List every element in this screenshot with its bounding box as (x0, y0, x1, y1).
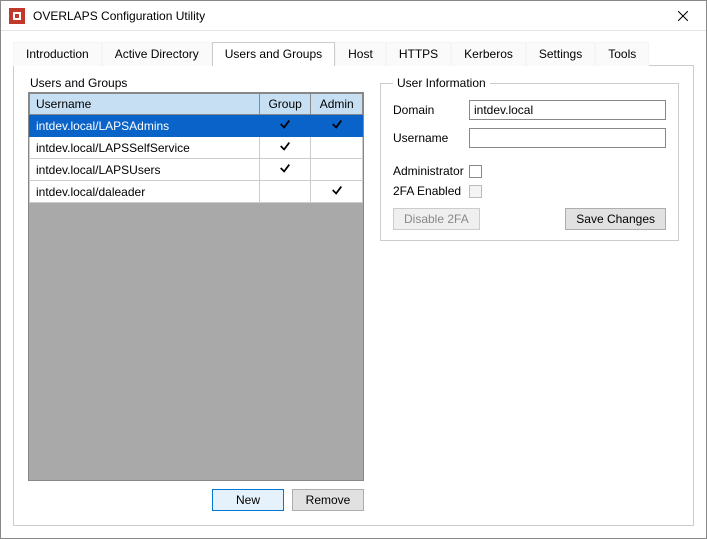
table-empty-area (29, 203, 363, 480)
tab-content-users-and-groups: Users and Groups Username Group Admin in… (13, 66, 694, 526)
users-buttons: New Remove (28, 489, 364, 511)
remove-button[interactable]: Remove (292, 489, 364, 511)
users-table-container: Username Group Admin intdev.local/LAPSAd… (28, 92, 364, 481)
check-icon (331, 185, 343, 199)
window-title: OVERLAPS Configuration Utility (33, 9, 660, 23)
window-body: IntroductionActive DirectoryUsers and Gr… (1, 31, 706, 538)
tab-https[interactable]: HTTPS (386, 42, 451, 66)
cell-admin (311, 115, 363, 137)
tab-strip: IntroductionActive DirectoryUsers and Gr… (13, 41, 694, 66)
cell-admin (311, 159, 363, 181)
cell-group (259, 115, 311, 137)
table-row[interactable]: intdev.local/LAPSAdmins (30, 115, 363, 137)
save-changes-button[interactable]: Save Changes (565, 208, 666, 230)
twofa-label: 2FA Enabled (393, 184, 469, 198)
disable-2fa-button: Disable 2FA (393, 208, 480, 230)
tab-tools[interactable]: Tools (595, 42, 649, 66)
tab-kerberos[interactable]: Kerberos (451, 42, 526, 66)
titlebar: OVERLAPS Configuration Utility (1, 1, 706, 31)
domain-field[interactable] (469, 100, 666, 120)
administrator-checkbox[interactable] (469, 165, 482, 178)
user-information-panel: User Information Domain Username Adminis… (380, 76, 679, 511)
user-information-title: User Information (393, 76, 490, 90)
user-information-groupbox: User Information Domain Username Adminis… (380, 76, 679, 241)
check-icon (331, 119, 343, 133)
check-icon (279, 119, 291, 133)
username-field[interactable] (469, 128, 666, 148)
cell-group (259, 137, 311, 159)
check-icon (279, 141, 291, 155)
cell-admin (311, 137, 363, 159)
col-group[interactable]: Group (259, 94, 311, 115)
cell-group (259, 181, 311, 203)
col-admin[interactable]: Admin (311, 94, 363, 115)
cell-username: intdev.local/LAPSAdmins (30, 115, 260, 137)
tab-active-directory[interactable]: Active Directory (102, 42, 212, 66)
domain-label: Domain (393, 103, 469, 117)
table-row[interactable]: intdev.local/daleader (30, 181, 363, 203)
username-label: Username (393, 131, 469, 145)
close-icon (678, 11, 688, 21)
tab-introduction[interactable]: Introduction (13, 42, 102, 66)
cell-admin (311, 181, 363, 203)
cell-group (259, 159, 311, 181)
col-username[interactable]: Username (30, 94, 260, 115)
twofa-checkbox (469, 185, 482, 198)
table-row[interactable]: intdev.local/LAPSUsers (30, 159, 363, 181)
tab-users-and-groups[interactable]: Users and Groups (212, 42, 335, 66)
tab-host[interactable]: Host (335, 42, 386, 66)
table-row[interactable]: intdev.local/LAPSSelfService (30, 137, 363, 159)
check-icon (279, 163, 291, 177)
cell-username: intdev.local/LAPSSelfService (30, 137, 260, 159)
tab-settings[interactable]: Settings (526, 42, 595, 66)
users-and-groups-panel: Users and Groups Username Group Admin in… (28, 76, 364, 511)
users-table[interactable]: Username Group Admin intdev.local/LAPSAd… (29, 93, 363, 203)
overlaps-app-icon (9, 8, 25, 24)
users-groups-title: Users and Groups (28, 76, 364, 90)
administrator-label: Administrator (393, 164, 469, 178)
cell-username: intdev.local/LAPSUsers (30, 159, 260, 181)
new-button[interactable]: New (212, 489, 284, 511)
close-button[interactable] (660, 1, 706, 31)
window: OVERLAPS Configuration Utility Introduct… (0, 0, 707, 539)
cell-username: intdev.local/daleader (30, 181, 260, 203)
